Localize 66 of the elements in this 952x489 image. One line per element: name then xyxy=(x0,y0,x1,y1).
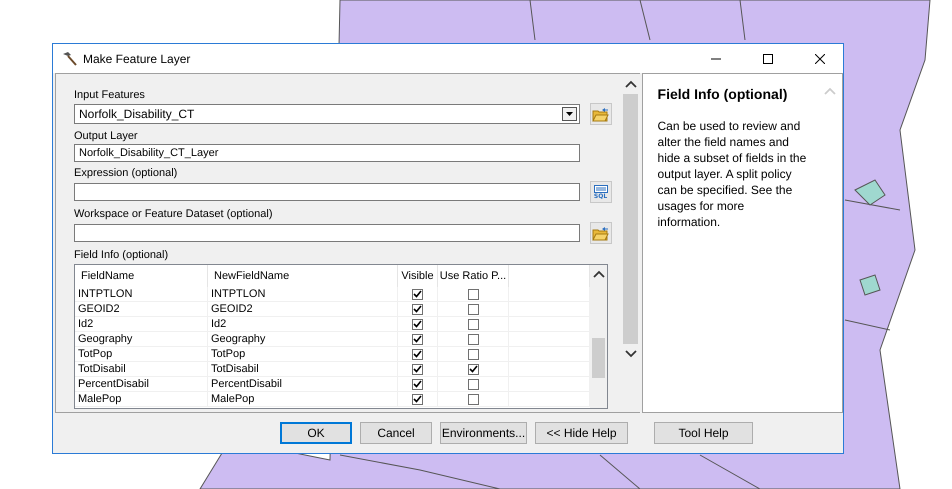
table-cell: INTPTLON xyxy=(75,287,208,301)
use-ratio-checkbox[interactable] xyxy=(468,318,478,330)
column-header[interactable]: FieldName xyxy=(75,265,208,287)
column-header[interactable]: Use Ratio P... xyxy=(438,265,509,287)
browse-button[interactable] xyxy=(590,103,612,125)
scrollbar-thumb[interactable] xyxy=(592,338,605,378)
table-cell: TotDisabil xyxy=(208,362,398,376)
scroll-up-icon[interactable] xyxy=(592,270,604,278)
close-icon xyxy=(815,54,825,64)
visible-checkbox[interactable] xyxy=(412,394,423,404)
parameter-label: Input Features xyxy=(74,88,146,103)
table-cell: GEOID2 xyxy=(75,302,208,316)
visible-checkbox[interactable] xyxy=(412,288,423,300)
use-ratio-checkbox[interactable] xyxy=(468,334,478,344)
input-features-dropdown[interactable]: Norfolk_Disability_CT xyxy=(74,104,580,124)
maximize-icon xyxy=(763,54,773,64)
scroll-down-icon[interactable] xyxy=(624,350,637,358)
use-ratio-checkbox[interactable] xyxy=(468,288,478,300)
table-cell: Geography xyxy=(208,332,398,346)
dialog-button[interactable]: Tool Help xyxy=(654,422,753,444)
use-ratio-checkbox[interactable] xyxy=(468,394,478,404)
use-ratio-checkbox[interactable] xyxy=(468,304,478,314)
help-title: Field Info (optional) xyxy=(658,86,788,102)
list-icon xyxy=(594,184,608,192)
browse-button[interactable] xyxy=(590,222,612,244)
parameter-label: Expression (optional) xyxy=(74,166,178,181)
column-header[interactable]: NewFieldName xyxy=(208,265,398,287)
use-ratio-checkbox[interactable] xyxy=(468,348,478,360)
visible-checkbox[interactable] xyxy=(412,364,423,374)
table-cell: PercentDisabil xyxy=(75,377,208,391)
scroll-up-icon[interactable] xyxy=(624,80,637,88)
hammer-icon xyxy=(61,50,77,66)
table-cell: MalePop xyxy=(75,392,208,406)
dialog-button[interactable]: OK xyxy=(280,422,352,444)
dialog-button[interactable]: << Hide Help xyxy=(535,422,628,444)
input-field[interactable]: Norfolk_Disability_CT_Layer xyxy=(74,144,580,162)
table-cell: INTPTLON xyxy=(208,287,398,301)
table-scrollbar[interactable] xyxy=(590,265,607,408)
window-title: Make Feature Layer xyxy=(83,52,192,66)
table-cell: Geography xyxy=(75,332,208,346)
dialog-button[interactable]: Environments... xyxy=(440,422,527,444)
table-cell: MalePop xyxy=(208,392,398,406)
help-text: Can be used to review and alter the field names and hide a subset of fields in the output layer. A split policy can be specified. See the usages for more information. xyxy=(658,118,808,230)
input-field[interactable] xyxy=(74,224,580,242)
visible-checkbox[interactable] xyxy=(412,318,423,330)
visible-checkbox[interactable] xyxy=(412,348,423,360)
visible-checkbox[interactable] xyxy=(412,304,423,314)
table-cell: TotPop xyxy=(208,347,398,361)
parameter-label: Workspace or Feature Dataset (optional) xyxy=(74,207,274,222)
dialog-button[interactable]: Cancel xyxy=(360,422,432,444)
visible-checkbox[interactable] xyxy=(412,334,423,344)
table-cell: TotDisabil xyxy=(75,362,208,376)
use-ratio-checkbox[interactable] xyxy=(468,364,478,374)
table-cell: GEOID2 xyxy=(208,302,398,316)
table-cell: Id2 xyxy=(75,317,208,331)
column-header[interactable]: Visible xyxy=(398,265,438,287)
parameter-label: Output Layer xyxy=(74,129,139,144)
folder-icon xyxy=(592,226,610,240)
input-field[interactable] xyxy=(74,183,580,201)
folder-icon xyxy=(592,106,610,122)
table-cell: Id2 xyxy=(208,317,398,331)
field-info-label: Field Info (optional) xyxy=(74,248,170,263)
table-cell: TotPop xyxy=(75,347,208,361)
use-ratio-checkbox[interactable] xyxy=(468,378,478,390)
table-cell: PercentDisabil xyxy=(208,377,398,391)
visible-checkbox[interactable] xyxy=(412,378,423,390)
